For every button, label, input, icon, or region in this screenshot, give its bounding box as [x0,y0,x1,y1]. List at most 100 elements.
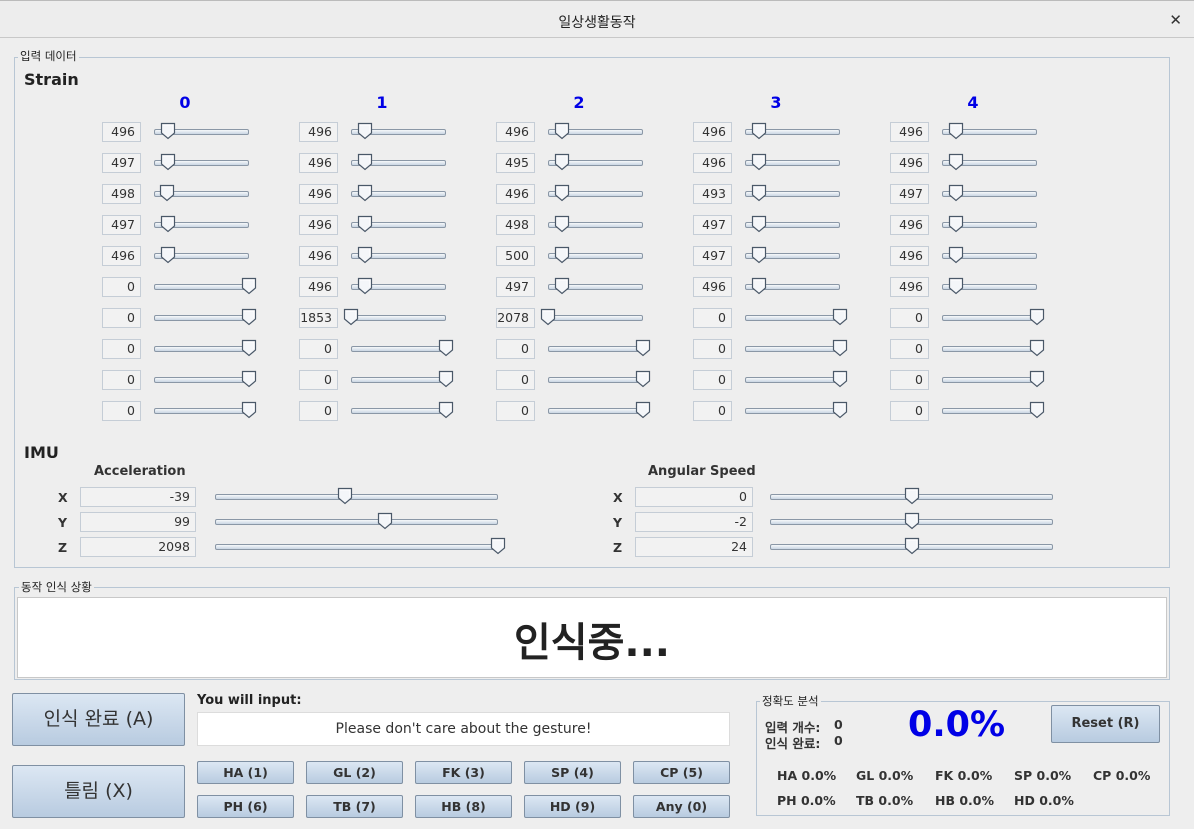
strain-slider[interactable] [343,308,446,326]
gesture-button[interactable]: HA (1) [197,761,294,784]
slider-thumb[interactable] [241,277,257,295]
strain-slider[interactable] [540,308,643,326]
close-icon[interactable]: ✕ [1169,11,1182,29]
strain-slider[interactable] [548,246,643,264]
slider-thumb[interactable] [1029,339,1045,357]
strain-slider[interactable] [942,370,1045,388]
slider-thumb[interactable] [160,246,176,264]
strain-slider[interactable] [745,153,840,171]
strain-slider[interactable] [548,401,651,419]
slider-thumb[interactable] [751,184,767,202]
slider-thumb[interactable] [832,370,848,388]
slider-thumb[interactable] [357,184,373,202]
strain-slider[interactable] [154,308,257,326]
slider-thumb[interactable] [635,339,651,357]
strain-slider[interactable] [351,339,454,357]
strain-slider[interactable] [942,153,1037,171]
slider-thumb[interactable] [751,246,767,264]
strain-slider[interactable] [548,215,643,233]
imu-slider[interactable] [770,537,1053,555]
slider-thumb[interactable] [438,370,454,388]
slider-thumb[interactable] [635,370,651,388]
strain-slider[interactable] [942,339,1045,357]
strain-slider[interactable] [154,246,249,264]
strain-slider[interactable] [351,246,446,264]
strain-slider[interactable] [154,370,257,388]
slider-thumb[interactable] [337,487,353,505]
strain-slider[interactable] [548,277,643,295]
slider-thumb[interactable] [438,339,454,357]
strain-slider[interactable] [154,277,257,295]
strain-slider[interactable] [351,184,446,202]
slider-thumb[interactable] [635,401,651,419]
strain-slider[interactable] [745,215,840,233]
reset-button[interactable]: Reset (R) [1051,705,1160,743]
strain-slider[interactable] [154,215,249,233]
slider-thumb[interactable] [554,246,570,264]
strain-slider[interactable] [548,184,643,202]
slider-thumb[interactable] [357,153,373,171]
slider-thumb[interactable] [832,308,848,326]
slider-thumb[interactable] [159,184,175,202]
slider-thumb[interactable] [1029,308,1045,326]
strain-slider[interactable] [351,401,454,419]
gesture-button[interactable]: CP (5) [633,761,730,784]
slider-thumb[interactable] [160,122,176,140]
imu-slider[interactable] [215,537,506,555]
slider-thumb[interactable] [948,277,964,295]
slider-thumb[interactable] [160,215,176,233]
slider-thumb[interactable] [241,401,257,419]
gesture-button[interactable]: HD (9) [524,795,621,818]
slider-thumb[interactable] [490,537,506,555]
wrong-button[interactable]: 틀림 (X) [12,765,185,818]
slider-thumb[interactable] [554,277,570,295]
slider-thumb[interactable] [357,122,373,140]
gesture-button[interactable]: GL (2) [306,761,403,784]
slider-thumb[interactable] [554,215,570,233]
slider-thumb[interactable] [377,512,393,530]
slider-thumb[interactable] [751,277,767,295]
slider-thumb[interactable] [751,215,767,233]
slider-thumb[interactable] [438,401,454,419]
slider-thumb[interactable] [832,401,848,419]
gesture-button[interactable]: PH (6) [197,795,294,818]
gesture-button[interactable]: FK (3) [415,761,512,784]
strain-slider[interactable] [351,277,446,295]
strain-slider[interactable] [154,401,257,419]
gesture-button[interactable]: SP (4) [524,761,621,784]
strain-slider[interactable] [154,122,249,140]
slider-thumb[interactable] [948,122,964,140]
slider-thumb[interactable] [948,215,964,233]
slider-thumb[interactable] [1029,401,1045,419]
strain-slider[interactable] [942,277,1037,295]
slider-thumb[interactable] [904,537,920,555]
gesture-button[interactable]: HB (8) [415,795,512,818]
strain-slider[interactable] [745,122,840,140]
slider-thumb[interactable] [241,339,257,357]
slider-thumb[interactable] [751,122,767,140]
gesture-button[interactable]: Any (0) [633,795,730,818]
strain-slider[interactable] [745,308,848,326]
strain-slider[interactable] [942,401,1045,419]
imu-slider[interactable] [215,487,498,505]
strain-slider[interactable] [154,339,257,357]
slider-thumb[interactable] [357,277,373,295]
strain-slider[interactable] [351,370,454,388]
slider-thumb[interactable] [241,308,257,326]
imu-slider[interactable] [770,487,1053,505]
gesture-button[interactable]: TB (7) [306,795,403,818]
slider-thumb[interactable] [160,153,176,171]
slider-thumb[interactable] [1029,370,1045,388]
strain-slider[interactable] [351,215,446,233]
strain-slider[interactable] [942,122,1037,140]
strain-slider[interactable] [745,339,848,357]
strain-slider[interactable] [154,184,249,202]
slider-thumb[interactable] [832,339,848,357]
strain-slider[interactable] [942,308,1045,326]
slider-thumb[interactable] [241,370,257,388]
imu-slider[interactable] [770,512,1053,530]
strain-slider[interactable] [942,246,1037,264]
slider-thumb[interactable] [948,184,964,202]
strain-slider[interactable] [942,215,1037,233]
strain-slider[interactable] [942,184,1037,202]
